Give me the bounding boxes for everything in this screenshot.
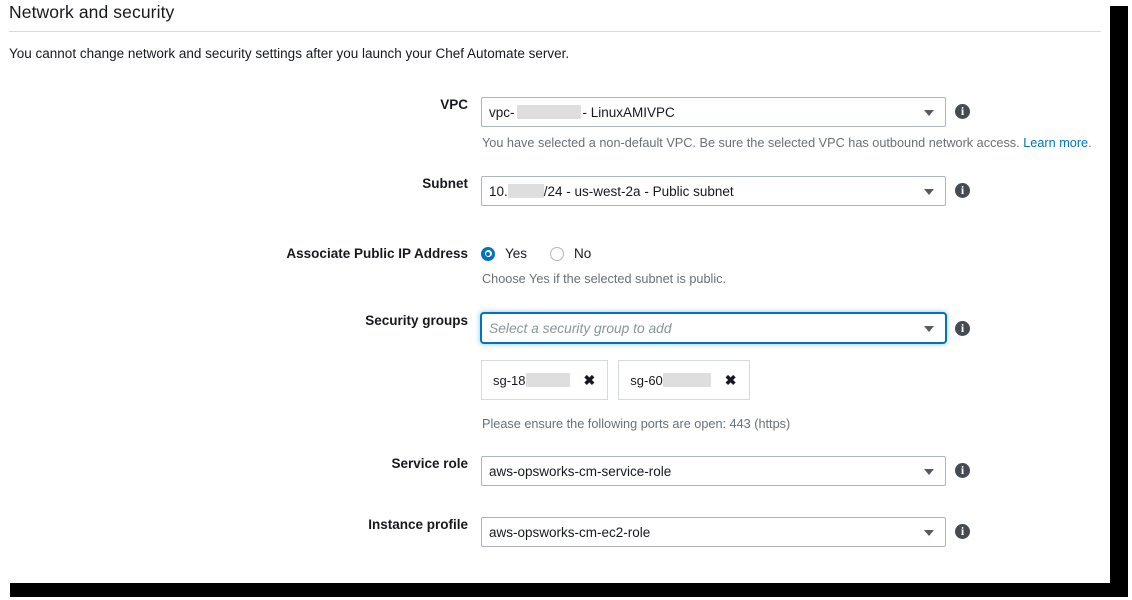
vpc-control: vpc- - LinuxAMIVPC (481, 97, 946, 127)
public-ip-helper-text: Choose Yes if the selected subnet is pub… (482, 272, 727, 286)
security-group-chip: sg-60 ✖ (618, 360, 750, 400)
title-divider (9, 31, 1101, 32)
close-icon[interactable]: ✖ (584, 373, 596, 387)
public-ip-radio-yes-label[interactable]: Yes (505, 246, 527, 261)
service-role-value: aws-opsworks-cm-service-role (489, 463, 672, 479)
instance-profile-select[interactable]: aws-opsworks-cm-ec2-role (481, 517, 946, 547)
public-ip-radio-yes[interactable] (481, 246, 495, 261)
public-ip-label: Associate Public IP Address (286, 246, 468, 261)
security-groups-select[interactable]: Select a security group to add (481, 313, 946, 343)
network-security-panel: Network and security You cannot change n… (0, 0, 1110, 583)
subnet-value-suffix: /24 - us-west-2a - Public subnet (543, 183, 734, 199)
vpc-value-prefix: vpc- (489, 104, 515, 120)
panel-description: You cannot change network and security s… (9, 46, 570, 61)
vpc-helper-period: . (1088, 136, 1092, 150)
vpc-learn-more-link[interactable]: Learn more (1023, 136, 1088, 150)
subnet-select[interactable]: 10. /24 - us-west-2a - Public subnet (481, 176, 946, 206)
chevron-down-icon (924, 189, 934, 195)
security-group-chip-redacted-id (525, 373, 570, 387)
security-groups-label: Security groups (365, 313, 468, 328)
security-group-chip-redacted-id (662, 373, 711, 387)
subnet-value-prefix: 10. (489, 183, 508, 199)
chevron-down-icon (924, 110, 934, 116)
security-group-chip: sg-18 ✖ (481, 360, 609, 400)
public-ip-radio-no-label[interactable]: No (574, 246, 591, 261)
instance-profile-info-icon[interactable]: i (955, 524, 970, 539)
security-group-chip-label: sg-18 (493, 372, 526, 388)
chevron-down-icon (924, 469, 934, 475)
chevron-down-icon (924, 530, 934, 536)
security-groups-helper-text: Please ensure the following ports are op… (482, 417, 791, 431)
vpc-helper-text: You have selected a non-default VPC. Be … (482, 136, 1092, 150)
security-group-chip-label: sg-60 (630, 372, 663, 388)
vpc-value-suffix: - LinuxAMIVPC (582, 104, 675, 120)
vpc-helper-message: You have selected a non-default VPC. Be … (482, 136, 1020, 150)
screenshot-frame-bottom (10, 583, 1128, 597)
instance-profile-label: Instance profile (368, 517, 468, 532)
close-icon[interactable]: ✖ (725, 373, 737, 387)
vpc-label: VPC (440, 97, 468, 112)
page-title: Network and security (9, 2, 175, 22)
subnet-label: Subnet (422, 176, 468, 191)
service-role-label: Service role (391, 456, 468, 471)
security-groups-placeholder: Select a security group to add (489, 320, 672, 336)
public-ip-radio-no[interactable] (550, 246, 565, 261)
service-role-info-icon[interactable]: i (955, 463, 970, 478)
security-groups-control: Select a security group to add (481, 313, 946, 343)
subnet-info-icon[interactable]: i (955, 183, 970, 198)
security-group-chip-list: sg-18 ✖ sg-60 ✖ (481, 360, 750, 400)
security-groups-info-icon[interactable]: i (955, 321, 970, 336)
subnet-redacted-cidr (507, 184, 544, 198)
subnet-control: 10. /24 - us-west-2a - Public subnet (481, 176, 946, 206)
public-ip-radio-group: Yes No (481, 246, 614, 261)
instance-profile-value: aws-opsworks-cm-ec2-role (489, 524, 651, 540)
vpc-info-icon[interactable]: i (955, 104, 970, 119)
service-role-control: aws-opsworks-cm-service-role (481, 456, 946, 486)
instance-profile-control: aws-opsworks-cm-ec2-role (481, 517, 946, 547)
vpc-select[interactable]: vpc- - LinuxAMIVPC (481, 97, 946, 127)
screenshot-frame-right (1110, 6, 1128, 597)
service-role-select[interactable]: aws-opsworks-cm-service-role (481, 456, 946, 486)
vpc-redacted-id (516, 105, 581, 119)
chevron-down-icon (924, 326, 934, 332)
